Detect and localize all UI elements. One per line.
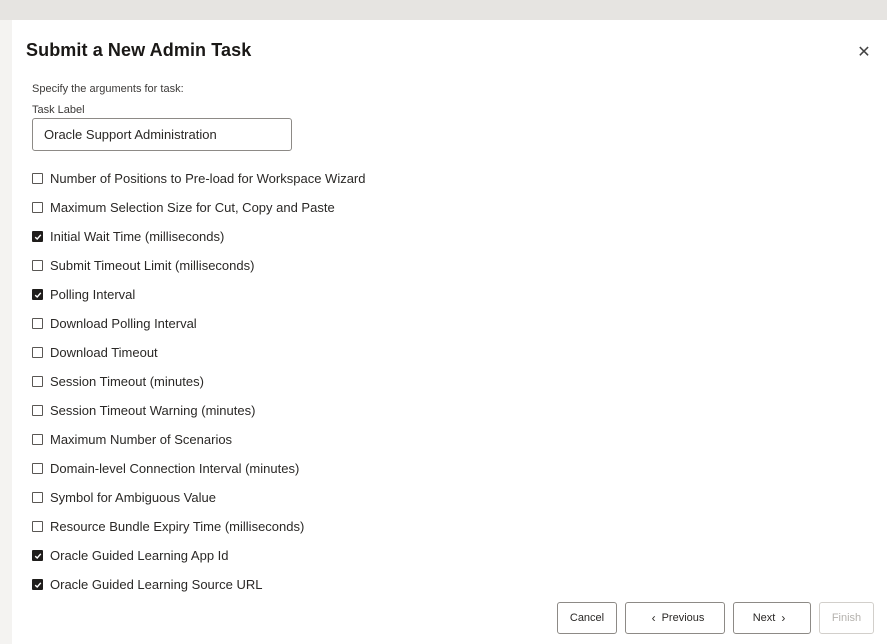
option-row[interactable]: Download Polling Interval bbox=[32, 309, 366, 338]
cancel-button[interactable]: Cancel bbox=[557, 602, 617, 634]
dialog-footer: Cancel ‹ Previous Next › Finish bbox=[557, 602, 874, 634]
option-row[interactable]: Submit Timeout Limit (milliseconds) bbox=[32, 251, 366, 280]
option-label: Oracle Guided Learning Source URL bbox=[50, 577, 263, 592]
option-label: Maximum Selection Size for Cut, Copy and… bbox=[50, 200, 335, 215]
dialog-title: Submit a New Admin Task bbox=[26, 40, 252, 60]
checkbox-unchecked[interactable] bbox=[32, 172, 43, 184]
option-row[interactable]: Download Timeout bbox=[32, 338, 366, 367]
option-label: Symbol for Ambiguous Value bbox=[50, 490, 216, 505]
option-row[interactable]: Initial Wait Time (milliseconds) bbox=[32, 222, 366, 251]
finish-button[interactable]: Finish bbox=[819, 602, 874, 634]
option-row[interactable]: Maximum Number of Scenarios bbox=[32, 425, 366, 454]
checkbox-unchecked[interactable] bbox=[32, 376, 43, 387]
checkbox-unchecked[interactable] bbox=[32, 260, 43, 271]
close-icon[interactable]: ✕ bbox=[855, 44, 873, 62]
checkbox-checked[interactable] bbox=[32, 231, 43, 242]
admin-task-dialog: Submit a New Admin Task ✕ Specify the ar… bbox=[12, 20, 887, 644]
option-label: Session Timeout Warning (minutes) bbox=[50, 403, 256, 418]
checkbox-unchecked[interactable] bbox=[32, 318, 43, 329]
checkbox-unchecked[interactable] bbox=[32, 492, 43, 503]
checkbox-checked[interactable] bbox=[32, 579, 43, 590]
option-row[interactable]: Domain-level Connection Interval (minute… bbox=[32, 454, 366, 483]
option-label: Number of Positions to Pre-load for Work… bbox=[50, 170, 366, 186]
option-row[interactable]: Oracle Guided Learning Source URL bbox=[32, 570, 366, 599]
option-label: Oracle Guided Learning App Id bbox=[50, 548, 229, 563]
option-label: Session Timeout (minutes) bbox=[50, 374, 204, 389]
chevron-right-icon: › bbox=[781, 611, 786, 625]
option-row[interactable]: Maximum Selection Size for Cut, Copy and… bbox=[32, 193, 366, 222]
argument-checklist: Number of Positions to Pre-load for Work… bbox=[32, 163, 366, 599]
next-button-label: Next bbox=[752, 612, 776, 624]
option-label: Resource Bundle Expiry Time (millisecond… bbox=[50, 519, 305, 534]
option-label: Domain-level Connection Interval (minute… bbox=[50, 461, 300, 476]
option-label: Maximum Number of Scenarios bbox=[50, 432, 233, 447]
option-row[interactable]: Oracle Guided Learning App Id bbox=[32, 541, 366, 570]
checkbox-unchecked[interactable] bbox=[32, 202, 43, 213]
cancel-button-label: Cancel bbox=[569, 612, 605, 624]
task-label-label: Task Label bbox=[32, 104, 85, 116]
option-label: Download Timeout bbox=[50, 345, 158, 360]
option-row[interactable]: Session Timeout Warning (minutes) bbox=[32, 396, 366, 425]
checkbox-unchecked[interactable] bbox=[32, 521, 43, 532]
option-label: Polling Interval bbox=[50, 287, 136, 302]
previous-button-label: Previous bbox=[661, 612, 705, 624]
option-row[interactable]: Session Timeout (minutes) bbox=[32, 367, 366, 396]
option-row[interactable]: Number of Positions to Pre-load for Work… bbox=[32, 163, 366, 193]
checkbox-unchecked[interactable] bbox=[32, 463, 43, 474]
option-row[interactable]: Symbol for Ambiguous Value bbox=[32, 483, 366, 512]
previous-button[interactable]: ‹ Previous bbox=[625, 602, 725, 634]
checkbox-unchecked[interactable] bbox=[32, 347, 43, 358]
finish-button-label: Finish bbox=[831, 612, 862, 624]
checkbox-checked[interactable] bbox=[32, 289, 43, 300]
checkbox-checked[interactable] bbox=[32, 550, 43, 561]
option-row[interactable]: Resource Bundle Expiry Time (millisecond… bbox=[32, 512, 366, 541]
checkbox-unchecked[interactable] bbox=[32, 405, 43, 416]
checkbox-unchecked[interactable] bbox=[32, 434, 43, 445]
chevron-left-icon: ‹ bbox=[651, 611, 656, 625]
background-strip bbox=[0, 0, 887, 20]
next-button[interactable]: Next › bbox=[733, 602, 811, 634]
option-label: Download Polling Interval bbox=[50, 316, 197, 331]
option-label: Submit Timeout Limit (milliseconds) bbox=[50, 258, 255, 273]
instructions-text: Specify the arguments for task: bbox=[32, 83, 184, 95]
task-label-input[interactable] bbox=[32, 118, 292, 151]
option-label: Initial Wait Time (milliseconds) bbox=[50, 229, 225, 244]
option-row[interactable]: Polling Interval bbox=[32, 280, 366, 309]
